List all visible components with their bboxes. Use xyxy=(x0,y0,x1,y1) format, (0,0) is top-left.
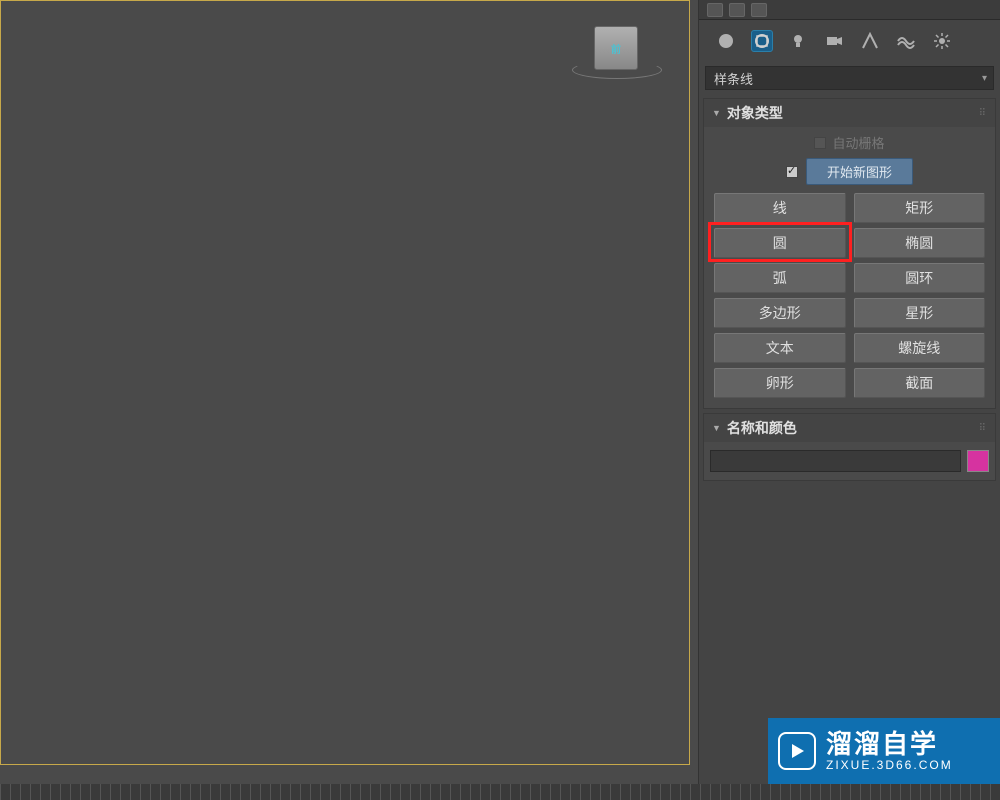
shape-button[interactable]: 圆环 xyxy=(854,263,986,293)
rollout-object-type: ▼ 对象类型 ⠿ 自动栅格 开始新图形 线矩形圆椭圆弧圆环多边形星形文本螺旋线卵… xyxy=(703,98,996,409)
lights-icon[interactable] xyxy=(787,30,809,52)
rollout-header-object-type[interactable]: ▼ 对象类型 ⠿ xyxy=(704,99,995,127)
rollout-handle-icon: ⠿ xyxy=(979,423,987,434)
rollout-handle-icon: ⠿ xyxy=(979,108,987,119)
object-color-swatch[interactable] xyxy=(967,450,989,472)
shape-button[interactable]: 螺旋线 xyxy=(854,333,986,363)
watermark-title: 溜溜自学 xyxy=(826,730,953,759)
rollout-name-color: ▼ 名称和颜色 ⠿ xyxy=(703,413,996,481)
create-category-row xyxy=(699,20,1000,62)
object-name-input[interactable] xyxy=(710,450,961,472)
viewport[interactable]: 前 xyxy=(0,0,690,765)
command-panel: 样条线 ▼ 对象类型 ⠿ 自动栅格 开始新图形 线矩形圆椭圆弧圆环多边形星形文本… xyxy=(698,0,1000,784)
collapse-icon: ▼ xyxy=(712,108,721,118)
tab-icon[interactable] xyxy=(729,3,745,17)
helpers-icon[interactable] xyxy=(859,30,881,52)
systems-icon[interactable] xyxy=(931,30,953,52)
dropdown-selected: 样条线 xyxy=(714,69,753,88)
shape-button-grid: 线矩形圆椭圆弧圆环多边形星形文本螺旋线卵形截面 xyxy=(714,193,985,398)
timeline[interactable] xyxy=(0,784,1000,800)
rollout-title: 名称和颜色 xyxy=(727,418,797,438)
new-shape-checkbox[interactable] xyxy=(786,166,798,178)
geometry-icon[interactable] xyxy=(715,30,737,52)
watermark: 溜溜自学 ZIXUE.3D66.COM xyxy=(768,718,1000,784)
autogrid-label: 自动栅格 xyxy=(832,133,884,152)
watermark-url: ZIXUE.3D66.COM xyxy=(826,759,953,772)
cameras-icon[interactable] xyxy=(823,30,845,52)
shape-button[interactable]: 椭圆 xyxy=(854,228,986,258)
shape-button[interactable]: 多边形 xyxy=(714,298,846,328)
shape-button[interactable]: 圆 xyxy=(714,228,846,258)
shape-button[interactable]: 线 xyxy=(714,193,846,223)
rollout-header-name-color[interactable]: ▼ 名称和颜色 ⠿ xyxy=(704,414,995,442)
shape-button[interactable]: 星形 xyxy=(854,298,986,328)
shape-button[interactable]: 卵形 xyxy=(714,368,846,398)
spacewarps-icon[interactable] xyxy=(895,30,917,52)
new-shape-row: 开始新图形 xyxy=(714,158,985,185)
viewcube[interactable]: 前 xyxy=(594,26,638,70)
shape-button[interactable]: 矩形 xyxy=(854,193,986,223)
shape-button[interactable]: 截面 xyxy=(854,368,986,398)
viewcube-ring xyxy=(572,61,662,79)
autogrid-checkbox[interactable] xyxy=(814,137,826,149)
watermark-play-icon xyxy=(778,732,816,770)
autogrid-row: 自动栅格 xyxy=(714,133,985,152)
tab-icon[interactable] xyxy=(707,3,723,17)
viewport-area: 前 xyxy=(0,0,693,775)
panel-tabs-row xyxy=(699,0,1000,20)
collapse-icon: ▼ xyxy=(712,423,721,433)
shape-button[interactable]: 文本 xyxy=(714,333,846,363)
subcategory-dropdown[interactable]: 样条线 xyxy=(705,66,994,90)
viewcube-label: 前 xyxy=(611,41,621,56)
viewcube-area: 前 xyxy=(576,23,656,73)
shapes-icon[interactable] xyxy=(751,30,773,52)
new-shape-button[interactable]: 开始新图形 xyxy=(806,158,913,185)
rollout-title: 对象类型 xyxy=(727,103,783,123)
shape-button[interactable]: 弧 xyxy=(714,263,846,293)
tab-icon[interactable] xyxy=(751,3,767,17)
